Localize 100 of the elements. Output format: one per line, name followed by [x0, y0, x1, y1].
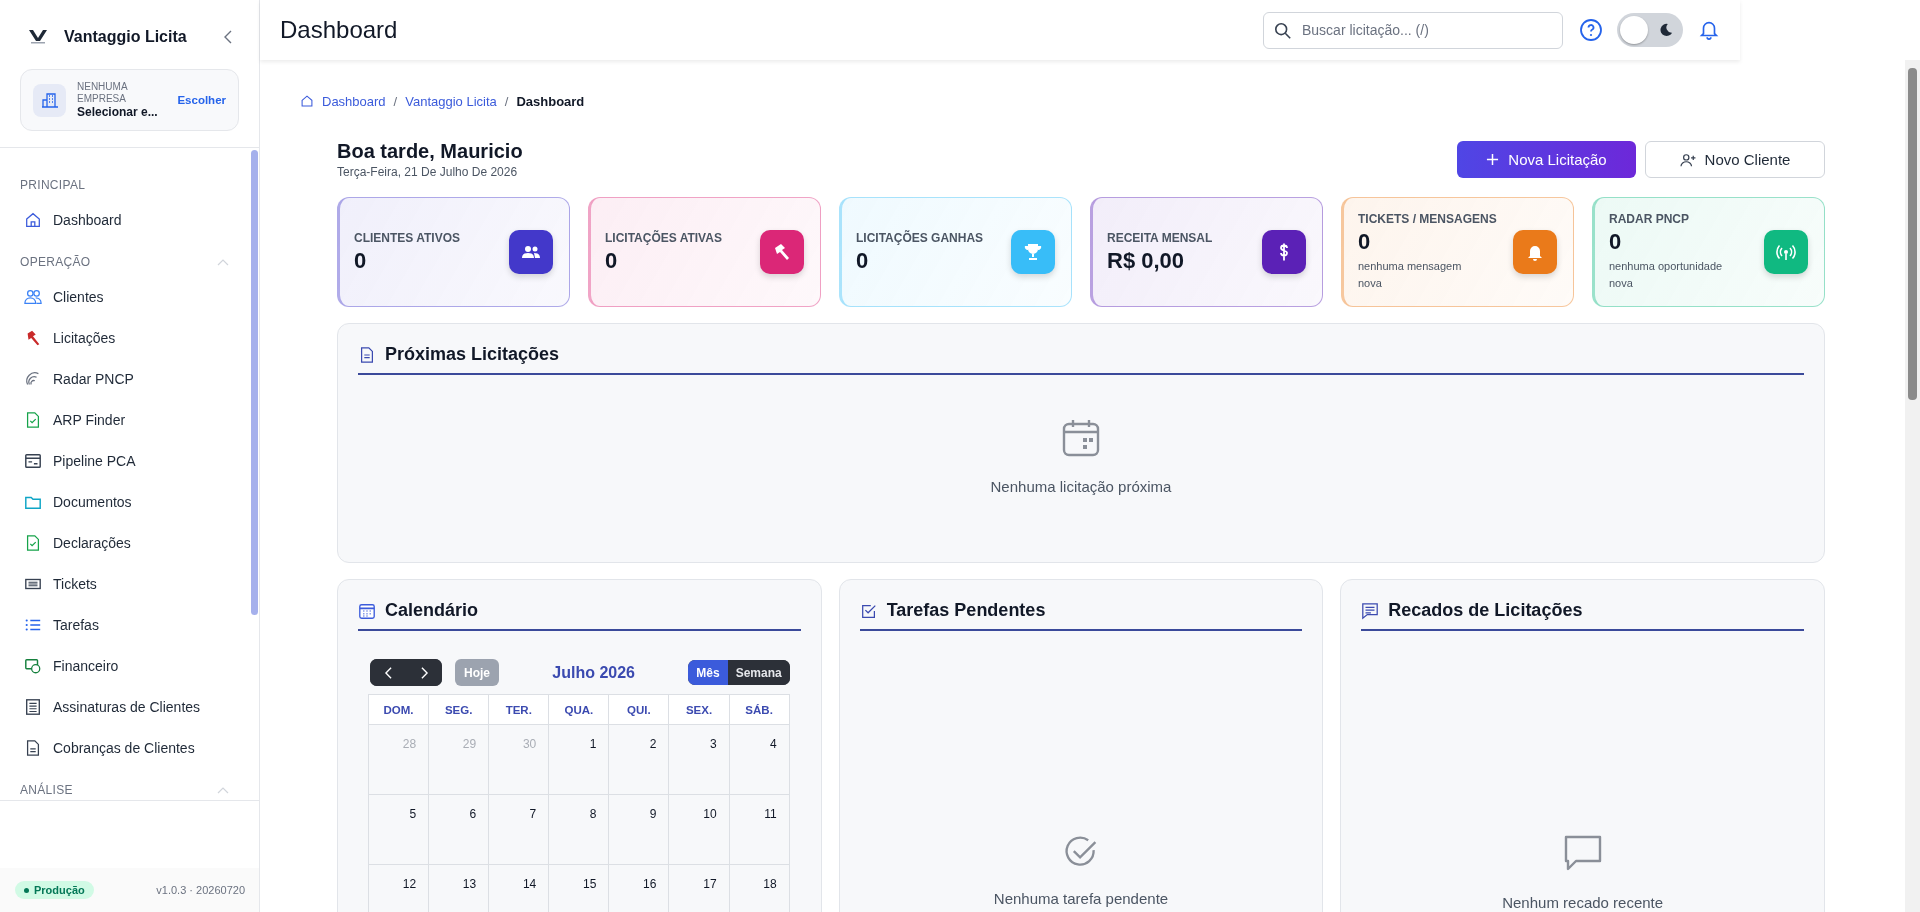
plus-icon: [1486, 153, 1500, 166]
nav-item[interactable]: Dashboard: [20, 199, 239, 240]
chat-icon: [1361, 601, 1380, 620]
calendar-icon: [358, 601, 376, 620]
dollar-icon: [1262, 230, 1306, 274]
chevron-left-icon: [383, 666, 393, 679]
users-icon: [509, 230, 553, 274]
weekday-header: TER.: [489, 695, 550, 725]
bell-icon[interactable]: [1698, 19, 1720, 41]
nav-item[interactable]: ARP Finder: [20, 399, 239, 440]
filecheck-icon: [24, 410, 42, 429]
company-name: Selecionar e...: [77, 105, 159, 119]
day-cell[interactable]: 16: [609, 865, 670, 912]
choose-link[interactable]: Escolher: [177, 94, 226, 106]
brand-name: Vantaggio Licita: [64, 28, 188, 46]
nav-item[interactable]: Assinaturas de Clientes: [20, 686, 239, 727]
nav-item[interactable]: Clientes: [20, 276, 239, 317]
stat-note: nenhuma mensagem nova: [1358, 259, 1463, 291]
day-cell[interactable]: 8: [549, 795, 610, 865]
stat-note: nenhuma oportunidade nova: [1609, 259, 1724, 291]
section-title: OPERAÇÃO: [20, 255, 91, 269]
day-cell[interactable]: 18: [729, 865, 790, 912]
scrollbar-thumb[interactable]: [251, 150, 258, 615]
weekday-header: QUA.: [549, 695, 610, 725]
stat-value: 0: [856, 247, 870, 274]
view-tab[interactable]: Mês: [688, 660, 728, 685]
weekday-header: SEX.: [669, 695, 730, 725]
collapse-icon[interactable]: [223, 29, 233, 45]
doclines-icon: [24, 697, 42, 716]
breadcrumb-link[interactable]: Dashboard: [322, 93, 386, 109]
doc-icon: [24, 738, 42, 757]
section-title: PRINCIPAL: [20, 178, 86, 192]
panel-title: Calendário: [385, 600, 479, 621]
section-title: ANÁLISE: [20, 783, 73, 797]
chevron-right-icon: [419, 666, 429, 679]
new-bid-button[interactable]: Nova Licitação: [1457, 141, 1636, 178]
building-icon: [33, 83, 66, 117]
theme-toggle[interactable]: [1617, 13, 1683, 47]
day-cell[interactable]: 2: [609, 725, 670, 795]
new-client-button[interactable]: Novo Cliente: [1645, 141, 1825, 178]
day-cell[interactable]: 5: [369, 795, 430, 865]
panel-title: Recados de Licitações: [1388, 600, 1583, 621]
document-icon: [358, 345, 376, 364]
weekday-header: SÁB.: [729, 695, 790, 725]
nav-item[interactable]: Tarefas: [20, 604, 239, 645]
home-icon: [24, 210, 42, 229]
day-cell[interactable]: 15: [549, 865, 610, 912]
nav-item[interactable]: Declarações: [20, 522, 239, 563]
day-cell[interactable]: 1: [549, 725, 610, 795]
day-cell[interactable]: 13: [429, 865, 490, 912]
bell-icon: [1513, 230, 1557, 274]
day-cell[interactable]: 14: [489, 865, 550, 912]
stat-value: 0: [605, 247, 619, 274]
weekday-header: DOM.: [369, 695, 430, 725]
stat-label: LICITAÇÕES ATIVAS: [605, 230, 722, 245]
nav-item[interactable]: Licitações: [20, 317, 239, 358]
nav-item[interactable]: Tickets: [20, 563, 239, 604]
signal-icon: [1764, 230, 1808, 274]
home-icon[interactable]: [300, 94, 314, 108]
board-icon: [24, 451, 42, 470]
stat-value: R$ 0,00: [1107, 247, 1186, 274]
day-cell[interactable]: 4: [729, 725, 790, 795]
day-cell[interactable]: 7: [489, 795, 550, 865]
nav-item[interactable]: Pipeline PCA: [20, 440, 239, 481]
day-cell[interactable]: 17: [669, 865, 730, 912]
nav-item[interactable]: Financeiro: [20, 645, 239, 686]
environment-badge: Produção: [15, 881, 94, 899]
day-cell[interactable]: 12: [369, 865, 430, 912]
stat-value: 0: [1609, 229, 1623, 255]
filecheck-icon: [24, 533, 42, 552]
panel-title: Tarefas Pendentes: [886, 600, 1046, 621]
breadcrumb-separator: /: [393, 93, 398, 109]
search-field[interactable]: Buscar licitação... (/): [1263, 11, 1563, 49]
scrollbar-thumb[interactable]: [1908, 68, 1917, 400]
breadcrumb-link[interactable]: Vantaggio Licita: [405, 93, 497, 109]
search-icon: [1274, 21, 1292, 40]
nav-item[interactable]: Radar PNCP: [20, 358, 239, 399]
breadcrumb-separator: /: [504, 93, 509, 109]
day-cell[interactable]: 6: [429, 795, 490, 865]
stat-label: RADAR PNCP: [1609, 212, 1690, 226]
stat-label: RECEITA MENSAL: [1107, 230, 1213, 245]
day-cell[interactable]: 10: [669, 795, 730, 865]
weekday-header: SEG.: [429, 695, 490, 725]
day-cell[interactable]: 3: [669, 725, 730, 795]
breadcrumb-current: Dashboard: [516, 93, 585, 109]
trophy-icon: [1011, 230, 1055, 274]
weekday-header: QUI.: [609, 695, 670, 725]
version-text: v1.0.3 · 20260720: [156, 884, 245, 896]
help-icon[interactable]: [1579, 18, 1603, 42]
empty-message: Nenhum recado recente: [1502, 894, 1664, 911]
panel-title: Próximas Licitações: [385, 344, 560, 365]
day-cell[interactable]: 9: [609, 795, 670, 865]
nav-item[interactable]: Documentos: [20, 481, 239, 522]
stat-value: 0: [354, 247, 368, 274]
nav-item[interactable]: Cobranças de Clientes: [20, 727, 239, 768]
company-card[interactable]: NENHUMA EMPRESA Selecionar e... Escolher: [20, 69, 239, 131]
day-cell[interactable]: 11: [729, 795, 790, 865]
users-icon: [24, 287, 42, 306]
hammer-icon: [760, 230, 804, 274]
stat-label: CLIENTES ATIVOS: [354, 230, 460, 245]
